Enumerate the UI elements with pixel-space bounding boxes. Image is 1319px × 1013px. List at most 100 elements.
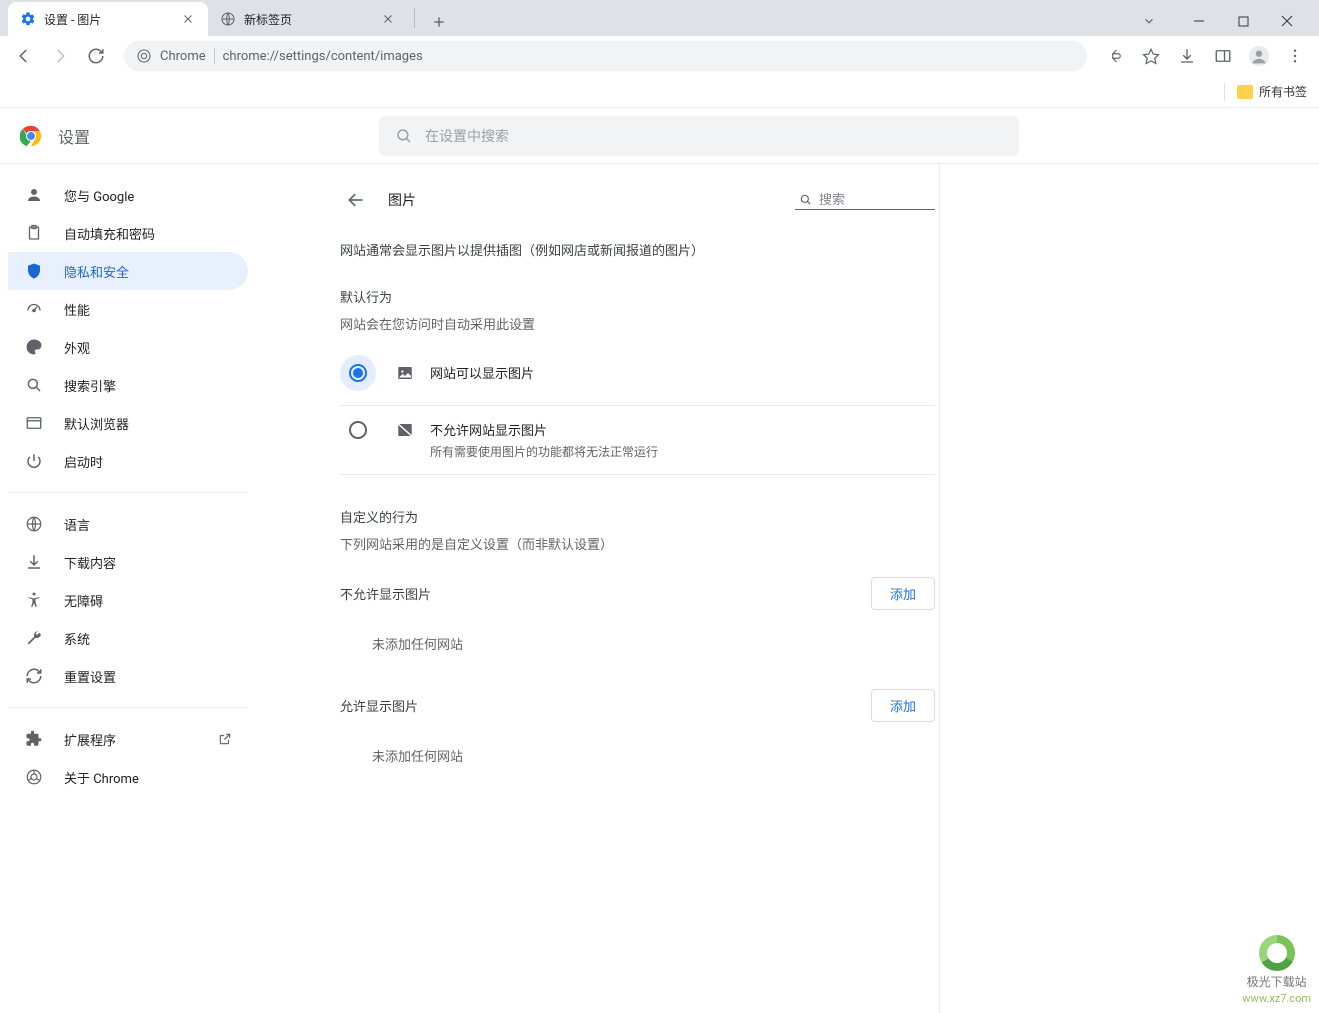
sidebar-item-autofill[interactable]: 自动填充和密码 <box>8 214 248 252</box>
download-icon[interactable] <box>1171 40 1203 72</box>
close-icon[interactable] <box>380 11 396 27</box>
sidebar: 您与 Google 自动填充和密码 隐私和安全 性能 外观 搜索引擎 默认浏览器… <box>0 164 256 1013</box>
address-separator <box>214 48 215 64</box>
close-window-button[interactable] <box>1267 6 1307 36</box>
menu-icon[interactable] <box>1279 40 1311 72</box>
main-column: 图片 网站通常会显示图片以提供插图（例如网店或新闻报道的图片） 默认行为 网站会… <box>256 164 1319 1013</box>
sidebar-item-you-and-google[interactable]: 您与 Google <box>8 176 248 214</box>
blocked-empty-message: 未添加任何网站 <box>340 622 935 665</box>
chevron-down-icon[interactable] <box>1135 7 1163 35</box>
person-icon <box>24 186 44 204</box>
sidebar-item-accessibility[interactable]: 无障碍 <box>8 581 248 619</box>
sidebar-item-language[interactable]: 语言 <box>8 505 248 543</box>
add-blocked-button[interactable]: 添加 <box>871 577 935 610</box>
default-behavior-sub: 网站会在您访问时自动采用此设置 <box>340 314 935 333</box>
sidebar-item-default-browser[interactable]: 默认浏览器 <box>8 404 248 442</box>
sidebar-item-extensions[interactable]: 扩展程序 <box>8 720 248 758</box>
sidebar-item-downloads[interactable]: 下载内容 <box>8 543 248 581</box>
radio-option-block[interactable]: 不允许网站显示图片 所有需要使用图片的功能都将无法正常运行 <box>340 406 935 475</box>
reload-button[interactable] <box>80 40 112 72</box>
gear-icon <box>20 11 36 27</box>
watermark-logo-icon <box>1259 935 1295 971</box>
inline-search[interactable] <box>795 190 935 210</box>
sidebar-item-label: 您与 Google <box>64 186 134 205</box>
new-tab-button[interactable] <box>425 8 453 36</box>
sidebar-item-system[interactable]: 系统 <box>8 619 248 657</box>
add-allowed-button[interactable]: 添加 <box>871 689 935 722</box>
back-button[interactable] <box>8 40 40 72</box>
sidebar-divider <box>8 492 248 493</box>
sidebar-item-label: 默认浏览器 <box>64 414 129 433</box>
main-panel: 图片 网站通常会显示图片以提供插图（例如网店或新闻报道的图片） 默认行为 网站会… <box>340 164 940 1013</box>
all-bookmarks-button[interactable]: 所有书签 <box>1237 83 1307 100</box>
sidebar-item-reset[interactable]: 重置设置 <box>8 657 248 695</box>
sidebar-item-startup[interactable]: 启动时 <box>8 442 248 480</box>
allowed-section-title: 允许显示图片 <box>340 696 418 715</box>
radio-option-allow[interactable]: 网站可以显示图片 <box>340 349 935 406</box>
page-description: 网站通常会显示图片以提供插图（例如网店或新闻报道的图片） <box>340 240 935 259</box>
custom-behavior-label: 自定义的行为 <box>340 507 935 526</box>
blocked-list-header: 不允许显示图片 添加 <box>340 577 935 610</box>
watermark-text: 极光下载站 <box>1247 973 1307 990</box>
sidebar-item-performance[interactable]: 性能 <box>8 290 248 328</box>
bookmark-divider <box>1224 83 1225 101</box>
watermark: 极光下载站 www.xz7.com <box>1242 935 1311 1005</box>
sidebar-item-label: 外观 <box>64 338 90 357</box>
shield-icon <box>24 262 44 280</box>
maximize-button[interactable] <box>1223 6 1263 36</box>
sidebar-item-label: 重置设置 <box>64 667 116 686</box>
tab-divider <box>414 8 415 28</box>
radio-button[interactable] <box>340 412 376 448</box>
search-icon <box>799 193 813 207</box>
share-icon[interactable] <box>1099 40 1131 72</box>
panel-icon[interactable] <box>1207 40 1239 72</box>
address-bar[interactable]: Chrome chrome://settings/content/images <box>124 41 1087 71</box>
extension-icon <box>24 730 44 748</box>
globe-icon <box>220 11 236 27</box>
allowed-list-header: 允许显示图片 添加 <box>340 689 935 722</box>
browser-tab[interactable]: 新标签页 <box>208 2 408 36</box>
sidebar-item-label: 下载内容 <box>64 553 116 572</box>
chrome-icon <box>24 768 44 786</box>
sidebar-item-label: 扩展程序 <box>64 730 116 749</box>
browser-toolbar: Chrome chrome://settings/content/images <box>0 36 1319 76</box>
sidebar-item-about[interactable]: 关于 Chrome <box>8 758 248 796</box>
sidebar-item-label: 自动填充和密码 <box>64 224 155 243</box>
back-arrow-button[interactable] <box>340 184 372 216</box>
settings-search-input[interactable] <box>425 128 1003 144</box>
refresh-icon <box>24 667 44 685</box>
address-scheme: Chrome <box>160 49 206 64</box>
folder-icon <box>1237 85 1253 99</box>
radio-title: 网站可以显示图片 <box>430 363 534 382</box>
tab-title: 设置 - 图片 <box>44 11 172 28</box>
page-header: 图片 <box>340 184 935 216</box>
browser-tab-active[interactable]: 设置 - 图片 <box>8 2 208 36</box>
browser-icon <box>24 414 44 432</box>
blocked-section-title: 不允许显示图片 <box>340 584 431 603</box>
forward-button[interactable] <box>44 40 76 72</box>
radio-button[interactable] <box>340 355 376 391</box>
allowed-empty-message: 未添加任何网站 <box>340 734 935 777</box>
palette-icon <box>24 338 44 356</box>
address-url: chrome://settings/content/images <box>223 49 423 64</box>
minimize-button[interactable] <box>1179 6 1219 36</box>
accessibility-icon <box>24 591 44 609</box>
close-icon[interactable] <box>180 11 196 27</box>
sidebar-item-label: 搜索引擎 <box>64 376 116 395</box>
bookmark-star-icon[interactable] <box>1135 40 1167 72</box>
sidebar-item-label: 系统 <box>64 629 90 648</box>
settings-title: 设置 <box>58 124 90 148</box>
search-icon <box>395 127 413 145</box>
inline-search-input[interactable] <box>819 192 929 207</box>
tab-strip: 设置 - 图片 新标签页 <box>0 0 1319 36</box>
sidebar-item-search[interactable]: 搜索引擎 <box>8 366 248 404</box>
settings-search[interactable] <box>379 116 1019 156</box>
custom-behavior-sub: 下列网站采用的是自定义设置（而非默认设置） <box>340 534 935 553</box>
sidebar-item-privacy[interactable]: 隐私和安全 <box>8 252 248 290</box>
profile-icon[interactable] <box>1243 40 1275 72</box>
chrome-icon <box>136 48 152 64</box>
settings-content: 您与 Google 自动填充和密码 隐私和安全 性能 外观 搜索引擎 默认浏览器… <box>0 164 1319 1013</box>
sidebar-item-label: 性能 <box>64 300 90 319</box>
sidebar-item-appearance[interactable]: 外观 <box>8 328 248 366</box>
page-title: 图片 <box>388 190 416 210</box>
